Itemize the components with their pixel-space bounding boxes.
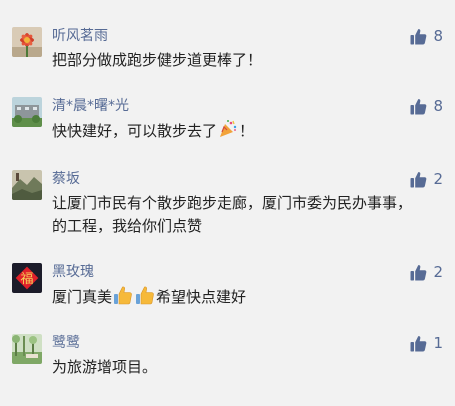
- thumbs-up-icon: [410, 335, 427, 351]
- like-count: 2: [433, 263, 443, 281]
- comment-text: 为旅游增项目。: [52, 358, 158, 376]
- building-avatar-icon: [12, 97, 42, 127]
- avatar[interactable]: [12, 170, 42, 200]
- avatar[interactable]: 福: [12, 263, 42, 293]
- thumbs-up-icon: [410, 28, 427, 44]
- comment-text: 快快建好，可以散步去了 ！: [52, 119, 412, 143]
- comment-author[interactable]: 听风茗雨: [52, 27, 108, 45]
- comment-text-part: ！: [239, 122, 255, 140]
- avatar[interactable]: [12, 334, 42, 364]
- like-count: 8: [433, 97, 443, 115]
- comment-list: 听风茗雨 8 把部分做成跑步健步道更棒了！ 清*晨*曙*光 8 快快建好，可以散…: [0, 0, 455, 406]
- comment-text: 厦门真美 希望快点建好: [52, 285, 412, 309]
- like-count: 8: [433, 27, 443, 45]
- avatar[interactable]: [12, 27, 42, 57]
- comment-text-part: 希望快点建好: [156, 288, 247, 306]
- like-button[interactable]: 2: [410, 170, 443, 188]
- landscape-avatar-icon: [12, 170, 42, 200]
- flower-avatar-icon: [12, 27, 42, 57]
- comment-text-part: 厦门真美: [52, 288, 113, 306]
- party-popper-icon: [218, 119, 238, 139]
- like-button[interactable]: 8: [410, 27, 443, 45]
- like-button[interactable]: 8: [410, 97, 443, 115]
- fu-character-label: 福: [20, 272, 33, 287]
- thumbs-up-icon: [410, 264, 427, 280]
- comment-author[interactable]: 鹭鹭: [52, 334, 80, 352]
- avatar[interactable]: [12, 97, 42, 127]
- thumbs-up-icon: [410, 98, 427, 114]
- comment-author[interactable]: 蔡坂: [52, 170, 80, 188]
- comment-author[interactable]: 清*晨*曙*光: [52, 97, 129, 115]
- fu-character-avatar-icon: 福: [12, 263, 42, 293]
- comment-text-part: 快快建好，可以散步去了: [52, 122, 218, 140]
- like-button[interactable]: 2: [410, 263, 443, 281]
- thumbs-up-icon: [410, 171, 427, 187]
- thumbs-up-emoji-icon: [135, 285, 155, 305]
- comment-text: 把部分做成跑步健步道更棒了！: [52, 51, 263, 69]
- like-button[interactable]: 1: [410, 334, 443, 352]
- like-count: 2: [433, 170, 443, 188]
- thumbs-up-emoji-icon: [113, 285, 133, 305]
- garden-avatar-icon: [12, 334, 42, 364]
- like-count: 1: [433, 334, 443, 352]
- comment-text: 让厦门市民有个散步跑步走廊，厦门市委为民办事事，的工程，我给你们点赞: [52, 194, 413, 235]
- comment-author[interactable]: 黑玫瑰: [52, 263, 94, 281]
